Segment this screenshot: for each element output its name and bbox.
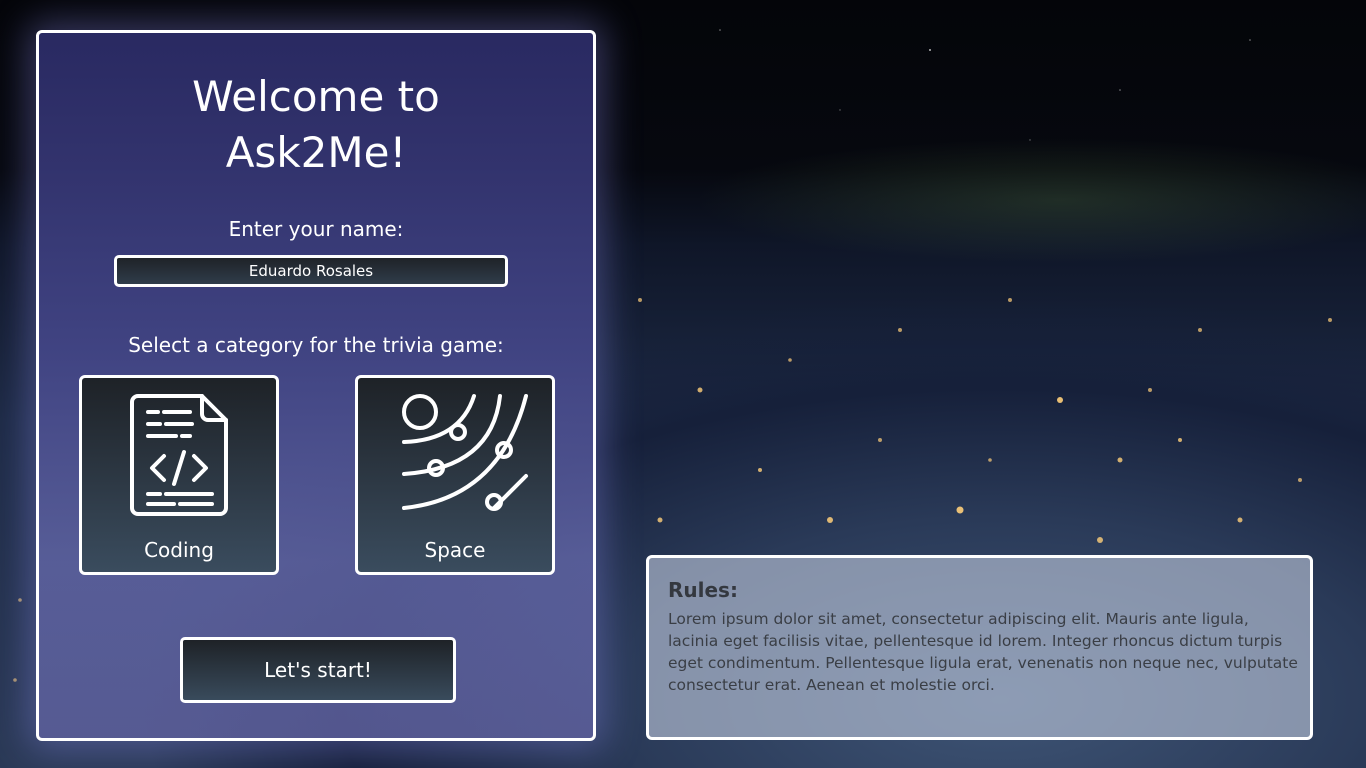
title-line-1: Welcome to	[192, 72, 440, 121]
rules-panel: Rules: Lorem ipsum dolor sit amet, conse…	[646, 555, 1313, 740]
code-file-icon	[130, 394, 228, 516]
title-line-2: Ask2Me!	[225, 128, 407, 177]
category-card-space[interactable]: Space	[355, 375, 555, 575]
category-card-coding[interactable]: Coding	[79, 375, 279, 575]
category-name-coding: Coding	[144, 538, 214, 562]
category-label: Select a category for the trivia game:	[128, 333, 504, 357]
category-name-space: Space	[424, 538, 486, 562]
rules-text: Lorem ipsum dolor sit amet, consectetur …	[668, 610, 1298, 694]
rules-title: Rules:	[668, 578, 738, 602]
welcome-panel: Welcome to Ask2Me! Enter your name: Sele…	[36, 30, 596, 741]
page-title: Welcome to Ask2Me!	[39, 69, 593, 181]
start-button[interactable]: Let's start!	[180, 637, 456, 703]
orbit-icon	[402, 394, 528, 511]
name-label: Enter your name:	[228, 217, 404, 241]
name-input[interactable]	[114, 255, 508, 287]
